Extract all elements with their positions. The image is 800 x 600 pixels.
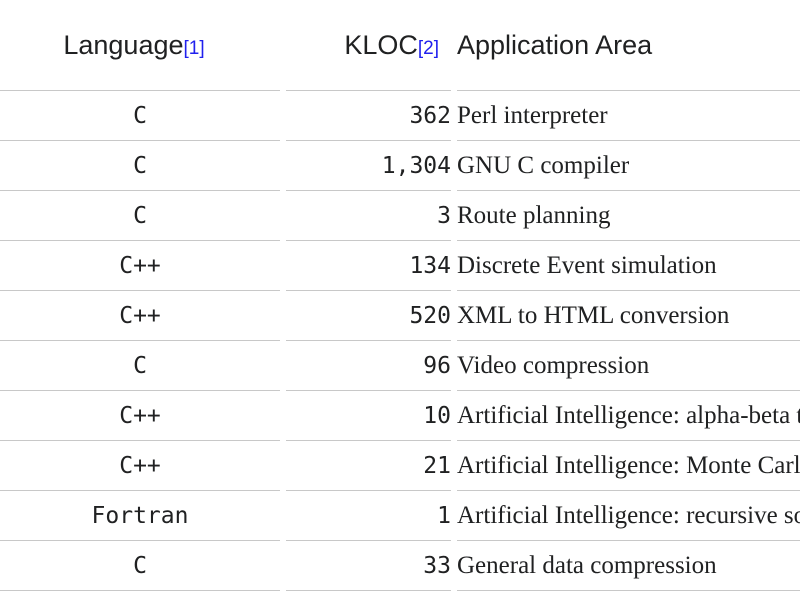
- cell-application-area: Discrete Event simulation: [457, 241, 800, 291]
- benchmark-table: Language[1] KLOC[2] Application Area C 3…: [0, 0, 800, 591]
- cell-kloc: 33: [286, 541, 451, 591]
- cell-application-area: Video compression: [457, 341, 800, 391]
- table-viewport: Language[1] KLOC[2] Application Area C 3…: [0, 0, 800, 600]
- cell-language: C++: [0, 391, 280, 441]
- table-row: C 1,304 GNU C compiler: [0, 141, 800, 191]
- cell-kloc: 520: [286, 291, 451, 341]
- column-header-language-label: Language: [63, 29, 184, 60]
- table-body: C 362 Perl interpreter C 1,304 GNU C com…: [0, 91, 800, 591]
- table-row: C 96 Video compression: [0, 341, 800, 391]
- cell-application-area: Artificial Intelligence: alpha-beta tree…: [457, 391, 800, 441]
- cell-language: C: [0, 341, 280, 391]
- cell-application-area: Artificial Intelligence: Monte Carlo tre…: [457, 441, 800, 491]
- cell-language: C: [0, 191, 280, 241]
- cell-kloc: 1,304: [286, 141, 451, 191]
- cell-kloc: 96: [286, 341, 451, 391]
- table-row: C++ 21 Artificial Intelligence: Monte Ca…: [0, 441, 800, 491]
- cell-language: Fortran: [0, 491, 280, 541]
- cell-kloc: 134: [286, 241, 451, 291]
- column-header-kloc[interactable]: KLOC[2]: [286, 0, 451, 91]
- cell-application-area: General data compression: [457, 541, 800, 591]
- cell-application-area: Route planning: [457, 191, 800, 241]
- cell-application-area: XML to HTML conversion: [457, 291, 800, 341]
- column-header-application-area-label: Application Area: [457, 29, 653, 60]
- table-header: Language[1] KLOC[2] Application Area: [0, 0, 800, 91]
- cell-kloc: 362: [286, 91, 451, 141]
- table-row: C++ 10 Artificial Intelligence: alpha-be…: [0, 391, 800, 441]
- cell-language: C: [0, 91, 280, 141]
- cell-application-area: Perl interpreter: [457, 91, 800, 141]
- cell-application-area: GNU C compiler: [457, 141, 800, 191]
- header-row: Language[1] KLOC[2] Application Area: [0, 0, 800, 91]
- cell-kloc: 3: [286, 191, 451, 241]
- reference-link-1[interactable]: [1]: [184, 38, 205, 59]
- column-header-application-area[interactable]: Application Area: [457, 0, 800, 91]
- cell-language: C++: [0, 241, 280, 291]
- cell-kloc: 1: [286, 491, 451, 541]
- cell-language: C++: [0, 441, 280, 491]
- table-row: Fortran 1 Artificial Intelligence: recur…: [0, 491, 800, 541]
- cell-kloc: 21: [286, 441, 451, 491]
- cell-kloc: 10: [286, 391, 451, 441]
- reference-link-2[interactable]: [2]: [418, 38, 439, 59]
- cell-language: C: [0, 141, 280, 191]
- column-header-kloc-label: KLOC: [344, 29, 418, 60]
- table-row: C 362 Perl interpreter: [0, 91, 800, 141]
- table-row: C++ 134 Discrete Event simulation: [0, 241, 800, 291]
- cell-application-area: Artificial Intelligence: recursive solut…: [457, 491, 800, 541]
- column-header-language[interactable]: Language[1]: [0, 0, 280, 91]
- cell-language: C++: [0, 291, 280, 341]
- table-row: C 33 General data compression: [0, 541, 800, 591]
- table-row: C 3 Route planning: [0, 191, 800, 241]
- cell-language: C: [0, 541, 280, 591]
- table-row: C++ 520 XML to HTML conversion: [0, 291, 800, 341]
